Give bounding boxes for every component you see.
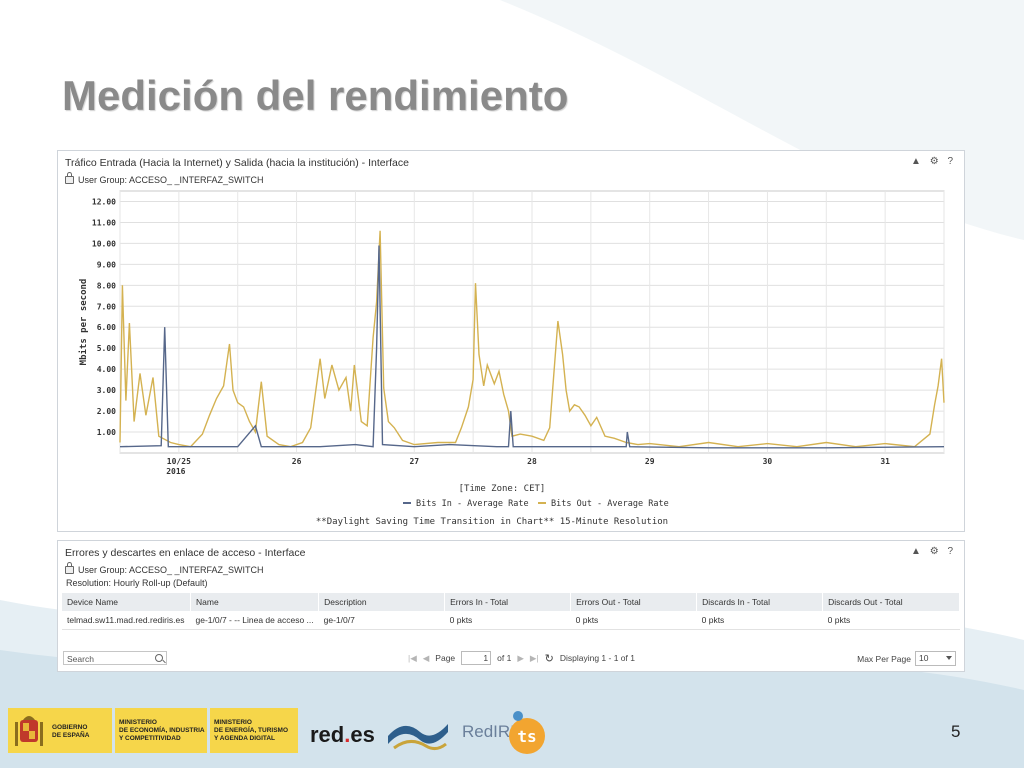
column-header[interactable]: Description xyxy=(318,593,446,611)
user-group-label: User Group: ACCESO_ _INTERFAZ_SWITCH xyxy=(78,565,264,575)
svg-text:ts: ts xyxy=(517,727,536,746)
pagination-bar: |◀ ◀ Page 1 of 1 ▶ ▶| ↻ Displaying 1 - 1… xyxy=(408,651,635,665)
lock-icon xyxy=(65,562,74,574)
table-header-row: Device Name Name Description Errors In -… xyxy=(62,593,960,611)
y-tick-label: 10.00 xyxy=(92,239,116,248)
table-cell: 0 pkts xyxy=(444,611,571,630)
ministerio-energia-text: MINISTERIO DE ENERGÍA, TURISMO Y AGENDA … xyxy=(214,719,289,742)
x-tick-label: 10/25 xyxy=(167,457,191,466)
errors-panel: Errores y descartes en enlace de acceso … xyxy=(57,540,965,672)
y-tick-label: 6.00 xyxy=(97,323,116,332)
y-tick-label: 9.00 xyxy=(97,260,116,269)
max-per-page-select[interactable]: 10 xyxy=(915,651,956,666)
errors-panel-title: Errores y descartes en enlace de acceso … xyxy=(65,547,306,559)
next-page-icon[interactable]: ▶ xyxy=(517,653,524,664)
search-placeholder: Search xyxy=(67,654,94,664)
search-icon[interactable] xyxy=(155,654,163,662)
y-tick-label: 8.00 xyxy=(97,281,116,290)
page-of-label: of 1 xyxy=(497,653,512,663)
collapse-icon[interactable]: ▲ xyxy=(911,546,924,557)
coat-of-arms-icon xyxy=(15,716,43,746)
y-tick-label: 5.00 xyxy=(97,344,116,353)
y-tick-label: 7.00 xyxy=(97,302,116,311)
search-input[interactable]: Search xyxy=(63,651,167,665)
table-row[interactable]: telmad.sw11.mad.red.rediris.es ge-1/0/7 … xyxy=(62,611,960,630)
ministerio-economia-text: MINISTERIO DE ECONOMÍA, INDUSTRIA Y COMP… xyxy=(119,719,205,742)
traffic-panel: Tráfico Entrada (Hacia la Internet) y Sa… xyxy=(57,150,965,532)
table-cell: 0 pkts xyxy=(696,611,823,630)
y-tick-label: 11.00 xyxy=(92,218,116,227)
column-header[interactable]: Errors In - Total xyxy=(444,593,572,611)
errors-panel-tools: ▲ ⚙ ? xyxy=(911,546,956,557)
x-tick-label: 27 xyxy=(409,457,419,466)
help-icon[interactable]: ? xyxy=(947,546,956,557)
traffic-chart: 1.00 2.00 3.00 4.00 5.00 6.00 7.00 8.00 9.00 10.0… xyxy=(78,190,945,527)
table-cell: 0 pkts xyxy=(570,611,697,630)
refresh-icon[interactable]: ↻ xyxy=(545,652,554,665)
table-cell: ge-1/0/7 xyxy=(318,611,445,630)
gobierno-text: GOBIERNO DE ESPAÑA xyxy=(52,724,90,739)
x-tick-label: 31 xyxy=(880,457,890,466)
page-label: Page xyxy=(435,653,456,663)
slide-title: Medición del rendimiento xyxy=(62,72,569,119)
column-header[interactable]: Device Name xyxy=(62,593,191,611)
table-cell: telmad.sw11.mad.red.rediris.es xyxy=(62,611,191,630)
x-tick-sublabel: 2016 xyxy=(166,467,185,476)
y-tick-label: 4.00 xyxy=(97,365,116,374)
last-page-icon[interactable]: ▶| xyxy=(530,653,539,664)
page-number-input[interactable]: 1 xyxy=(461,651,492,665)
chart-footnote: **Daylight Saving Time Transition in Cha… xyxy=(316,517,668,527)
y-axis-label: Mbits per second xyxy=(78,279,89,366)
first-page-icon[interactable]: |◀ xyxy=(408,653,417,664)
errors-user-group: User Group: ACCESO_ _INTERFAZ_SWITCH xyxy=(65,562,264,575)
legend-label: Bits Out - Average Rate xyxy=(551,499,669,509)
x-tick-label: 28 xyxy=(527,457,537,466)
max-per-page-label: Max Per Page xyxy=(857,653,911,664)
y-tick-label: 1.00 xyxy=(97,428,116,437)
y-tick-label: 2.00 xyxy=(97,407,116,416)
prev-page-icon[interactable]: ◀ xyxy=(423,653,430,664)
gobierno-logo: GOBIERNO DE ESPAÑA xyxy=(8,708,112,753)
legend-label: Bits In - Average Rate xyxy=(416,499,529,509)
resolution-label: Resolution: Hourly Roll-up (Default) xyxy=(66,578,208,588)
x-tick-label: 29 xyxy=(645,457,655,466)
errors-table: Device Name Name Description Errors In -… xyxy=(62,593,960,630)
redes-logo: red.es xyxy=(310,722,375,747)
table-cell: ge-1/0/7 - -- Linea de acceso ... xyxy=(190,611,319,630)
x-axis-label: [Time Zone: CET] xyxy=(459,484,546,494)
ts-logo-icon: ts xyxy=(509,711,545,754)
displaying-label: Displaying 1 - 1 of 1 xyxy=(559,653,635,663)
ministerio-energia-logo: MINISTERIO DE ENERGÍA, TURISMO Y AGENDA … xyxy=(210,708,298,753)
column-header[interactable]: Name xyxy=(190,593,320,611)
max-per-page: Max Per Page 10 xyxy=(857,651,956,666)
y-tick-label: 3.00 xyxy=(97,386,116,395)
x-tick-label: 30 xyxy=(763,457,773,466)
footer-logos: GOBIERNO DE ESPAÑA MINISTERIO DE ECONOMÍ… xyxy=(0,700,1024,768)
y-tick-label: 12.00 xyxy=(92,197,116,206)
page-number: 5 xyxy=(951,722,961,741)
column-header[interactable]: Errors Out - Total xyxy=(570,593,698,611)
x-tick-label: 26 xyxy=(292,457,302,466)
wave-logo-icon xyxy=(388,724,448,751)
ministerio-economia-logo: MINISTERIO DE ECONOMÍA, INDUSTRIA Y COMP… xyxy=(115,708,207,753)
table-cell: 0 pkts xyxy=(822,611,960,630)
column-header[interactable]: Discards Out - Total xyxy=(822,593,960,611)
gear-icon[interactable]: ⚙ xyxy=(930,546,942,557)
column-header[interactable]: Discards In - Total xyxy=(696,593,824,611)
